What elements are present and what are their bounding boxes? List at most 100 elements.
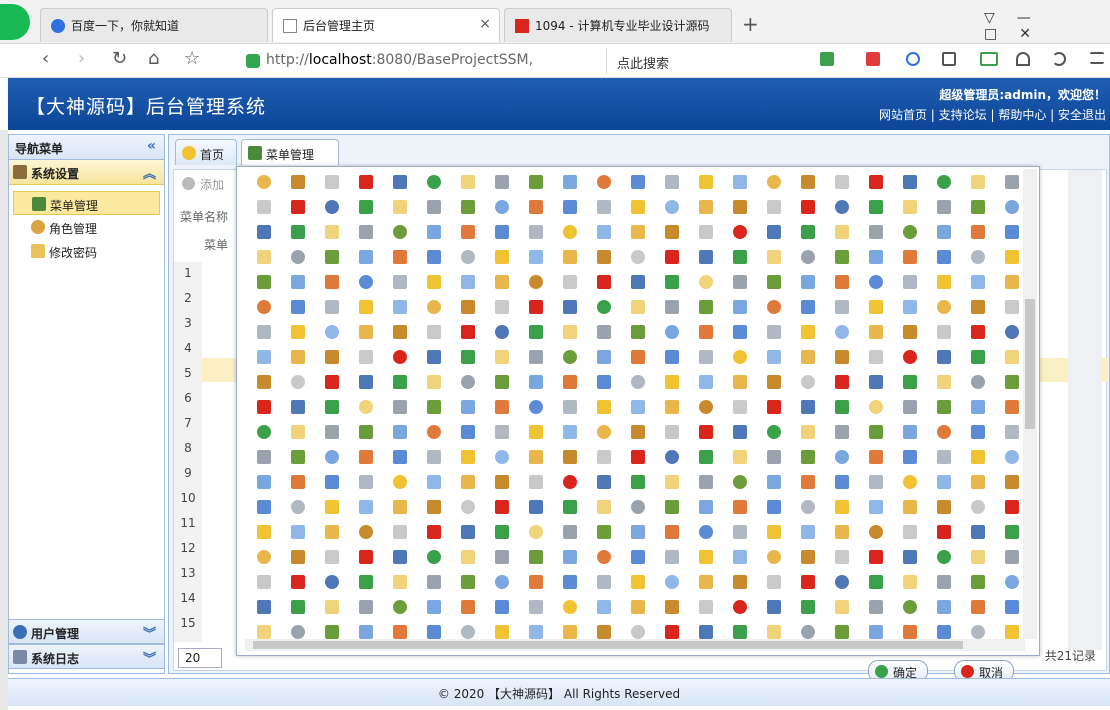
selectable-icon[interactable]	[461, 450, 475, 464]
selectable-icon[interactable]	[325, 625, 339, 639]
selectable-icon[interactable]	[461, 575, 475, 589]
apps-icon[interactable]	[942, 52, 956, 66]
selectable-icon[interactable]	[937, 200, 951, 214]
selectable-icon[interactable]	[801, 475, 815, 489]
selectable-icon[interactable]	[461, 625, 475, 639]
selectable-icon[interactable]	[461, 550, 475, 564]
selectable-icon[interactable]	[631, 375, 645, 389]
selectable-icon[interactable]	[393, 200, 407, 214]
selectable-icon[interactable]	[461, 600, 475, 614]
selectable-icon[interactable]	[733, 600, 747, 614]
selectable-icon[interactable]	[495, 225, 509, 239]
search-input[interactable]: 点此搜索	[606, 48, 802, 74]
selectable-icon[interactable]	[699, 250, 713, 264]
selectable-icon[interactable]	[903, 500, 917, 514]
selectable-icon[interactable]	[291, 250, 305, 264]
selectable-icon[interactable]	[529, 275, 543, 289]
selectable-icon[interactable]	[835, 450, 849, 464]
selectable-icon[interactable]	[835, 300, 849, 314]
selectable-icon[interactable]	[903, 400, 917, 414]
selectable-icon[interactable]	[937, 300, 951, 314]
selectable-icon[interactable]	[631, 325, 645, 339]
selectable-icon[interactable]	[937, 400, 951, 414]
selectable-icon[interactable]	[801, 550, 815, 564]
scroll-thumb[interactable]	[253, 641, 963, 649]
selectable-icon[interactable]	[869, 575, 883, 589]
selectable-icon[interactable]	[971, 250, 985, 264]
selectable-icon[interactable]	[427, 175, 441, 189]
selectable-icon[interactable]	[767, 400, 781, 414]
selectable-icon[interactable]	[427, 200, 441, 214]
selectable-icon[interactable]	[291, 375, 305, 389]
selectable-icon[interactable]	[325, 375, 339, 389]
selectable-icon[interactable]	[631, 400, 645, 414]
chevron-down-icon[interactable]: ︾	[143, 648, 156, 667]
selectable-icon[interactable]	[869, 450, 883, 464]
selectable-icon[interactable]	[631, 525, 645, 539]
selectable-icon[interactable]	[563, 225, 577, 239]
selectable-icon[interactable]	[801, 250, 815, 264]
headset-icon[interactable]	[1016, 52, 1030, 66]
selectable-icon[interactable]	[835, 200, 849, 214]
selectable-icon[interactable]	[597, 550, 611, 564]
selectable-icon[interactable]	[495, 425, 509, 439]
selectable-icon[interactable]	[393, 350, 407, 364]
refresh-icon[interactable]: ↻	[112, 48, 127, 69]
selectable-icon[interactable]	[529, 225, 543, 239]
selectable-icon[interactable]	[801, 500, 815, 514]
selectable-icon[interactable]	[1005, 500, 1019, 514]
selectable-icon[interactable]	[903, 600, 917, 614]
selectable-icon[interactable]	[597, 600, 611, 614]
selectable-icon[interactable]	[733, 350, 747, 364]
star-icon[interactable]: ☆	[184, 48, 200, 69]
selectable-icon[interactable]	[529, 550, 543, 564]
selectable-icon[interactable]	[733, 475, 747, 489]
selectable-icon[interactable]	[733, 275, 747, 289]
selectable-icon[interactable]	[767, 375, 781, 389]
selectable-icon[interactable]	[631, 600, 645, 614]
selectable-icon[interactable]	[495, 550, 509, 564]
selectable-icon[interactable]	[801, 325, 815, 339]
selectable-icon[interactable]	[495, 600, 509, 614]
selectable-icon[interactable]	[461, 400, 475, 414]
selectable-icon[interactable]	[393, 400, 407, 414]
selectable-icon[interactable]	[971, 425, 985, 439]
selectable-icon[interactable]	[393, 450, 407, 464]
selectable-icon[interactable]	[257, 400, 271, 414]
selectable-icon[interactable]	[1005, 325, 1019, 339]
close-window-icon[interactable]: ✕	[1019, 26, 1053, 42]
grid-scrollbar[interactable]	[1068, 170, 1102, 650]
selectable-icon[interactable]	[937, 525, 951, 539]
selectable-icon[interactable]	[461, 350, 475, 364]
selectable-icon[interactable]	[1005, 475, 1019, 489]
selectable-icon[interactable]	[495, 300, 509, 314]
selectable-icon[interactable]	[767, 475, 781, 489]
selectable-icon[interactable]	[597, 175, 611, 189]
selectable-icon[interactable]	[1005, 250, 1019, 264]
selectable-icon[interactable]	[699, 425, 713, 439]
selectable-icon[interactable]	[767, 250, 781, 264]
selectable-icon[interactable]	[971, 225, 985, 239]
selectable-icon[interactable]	[971, 275, 985, 289]
chevron-up-icon[interactable]: ︽	[143, 163, 156, 182]
selectable-icon[interactable]	[869, 325, 883, 339]
selectable-icon[interactable]	[325, 450, 339, 464]
selectable-icon[interactable]	[835, 350, 849, 364]
selectable-icon[interactable]	[835, 275, 849, 289]
selectable-icon[interactable]	[393, 175, 407, 189]
selectable-icon[interactable]	[257, 375, 271, 389]
selectable-icon[interactable]	[869, 625, 883, 639]
selectable-icon[interactable]	[359, 500, 373, 514]
selectable-icon[interactable]	[597, 500, 611, 514]
selectable-icon[interactable]	[631, 475, 645, 489]
selectable-icon[interactable]	[393, 325, 407, 339]
selectable-icon[interactable]	[427, 350, 441, 364]
translate-icon[interactable]	[820, 52, 834, 66]
selectable-icon[interactable]	[529, 450, 543, 464]
selectable-icon[interactable]	[971, 550, 985, 564]
selectable-icon[interactable]	[427, 250, 441, 264]
selectable-icon[interactable]	[563, 325, 577, 339]
selectable-icon[interactable]	[495, 450, 509, 464]
selectable-icon[interactable]	[835, 525, 849, 539]
browser-tab-source[interactable]: 1094 - 计算机专业毕业设计源码	[504, 8, 732, 42]
